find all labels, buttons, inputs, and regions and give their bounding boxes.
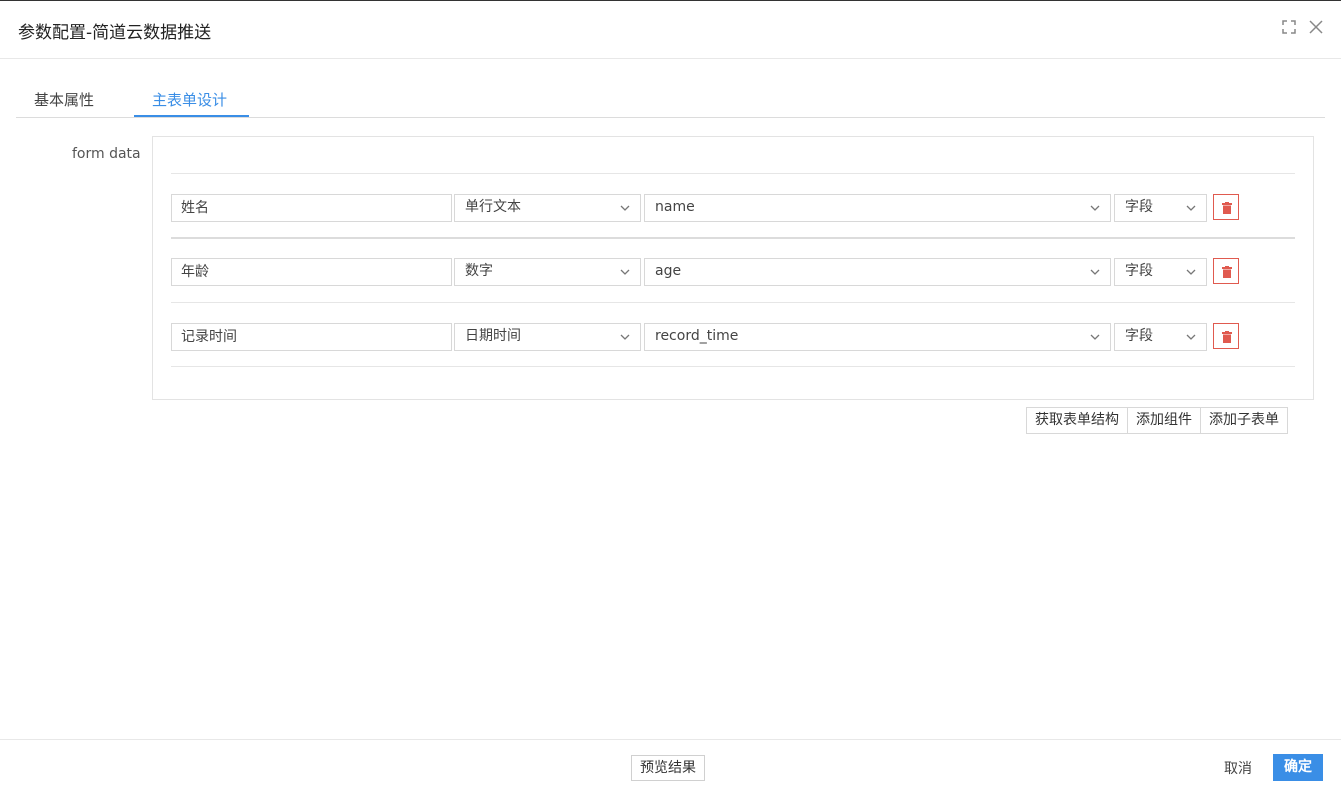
field-name-input[interactable]: 年龄 [171, 258, 452, 286]
tab-bar: 基本属性 主表单设计 [16, 81, 1325, 118]
chevron-down-icon [1186, 269, 1196, 275]
active-tab-indicator [134, 115, 249, 117]
chevron-down-icon [1090, 205, 1100, 211]
field-type-select[interactable]: 单行文本 [454, 194, 641, 222]
field-row: 年龄 数字 age 字段 [171, 258, 1295, 286]
field-source-select[interactable]: 字段 [1114, 258, 1207, 286]
row-divider [171, 173, 1295, 174]
field-source-value: 字段 [1125, 263, 1153, 279]
field-name-input[interactable]: 记录时间 [171, 323, 452, 351]
chevron-down-icon [620, 269, 630, 275]
chevron-down-icon [1186, 334, 1196, 340]
cancel-button[interactable]: 取消 [1224, 758, 1252, 778]
delete-row-button[interactable] [1213, 194, 1239, 220]
delete-row-button[interactable] [1213, 323, 1239, 349]
field-key-value: age [655, 263, 682, 279]
fullscreen-icon[interactable] [1281, 19, 1299, 37]
field-key-value: record_time [655, 328, 739, 344]
preview-result-button[interactable]: 预览结果 [631, 755, 705, 781]
field-type-value: 日期时间 [465, 328, 521, 344]
close-icon[interactable] [1308, 19, 1326, 37]
field-name-input[interactable]: 姓名 [171, 194, 452, 222]
confirm-button[interactable]: 确定 [1273, 754, 1323, 781]
delete-row-button[interactable] [1213, 258, 1239, 284]
form-action-group: 获取表单结构 添加组件 添加子表单 [1026, 407, 1288, 434]
trash-icon [1222, 331, 1232, 343]
field-key-select[interactable]: age [644, 258, 1111, 286]
form-fields-container: 姓名 单行文本 name 字段 年龄 数字 age 字段 记录时间 日期时间 r… [152, 136, 1314, 400]
field-row: 姓名 单行文本 name 字段 [171, 194, 1295, 222]
field-source-select[interactable]: 字段 [1114, 194, 1207, 222]
field-key-select[interactable]: record_time [644, 323, 1111, 351]
add-component-button[interactable]: 添加组件 [1128, 408, 1201, 433]
row-divider [171, 302, 1295, 303]
form-data-label: form data [72, 146, 141, 162]
field-type-value: 数字 [465, 263, 493, 279]
dialog-header: 参数配置-简道云数据推送 [0, 1, 1341, 59]
chevron-down-icon [620, 334, 630, 340]
fetch-form-structure-button[interactable]: 获取表单结构 [1027, 408, 1128, 433]
field-source-value: 字段 [1125, 199, 1153, 215]
chevron-down-icon [1186, 205, 1196, 211]
chevron-down-icon [1090, 269, 1100, 275]
dialog-footer: 预览结果 取消 确定 [0, 739, 1341, 790]
field-type-select[interactable]: 数字 [454, 258, 641, 286]
trash-icon [1222, 202, 1232, 214]
field-type-select[interactable]: 日期时间 [454, 323, 641, 351]
tab-basic-properties[interactable]: 基本属性 [34, 89, 94, 110]
dialog-title: 参数配置-简道云数据推送 [18, 23, 212, 43]
field-key-value: name [655, 199, 695, 215]
field-key-select[interactable]: name [644, 194, 1111, 222]
chevron-down-icon [1090, 334, 1100, 340]
tab-main-form-design[interactable]: 主表单设计 [152, 89, 227, 110]
field-type-value: 单行文本 [465, 199, 521, 215]
trash-icon [1222, 266, 1232, 278]
field-row: 记录时间 日期时间 record_time 字段 [171, 323, 1295, 351]
row-divider [171, 366, 1295, 367]
config-dialog: 参数配置-简道云数据推送 基本属性 主表单设计 form data 姓名 单行文… [0, 0, 1341, 790]
field-source-value: 字段 [1125, 328, 1153, 344]
chevron-down-icon [620, 205, 630, 211]
add-subform-button[interactable]: 添加子表单 [1201, 408, 1287, 433]
row-divider [171, 237, 1295, 239]
field-source-select[interactable]: 字段 [1114, 323, 1207, 351]
